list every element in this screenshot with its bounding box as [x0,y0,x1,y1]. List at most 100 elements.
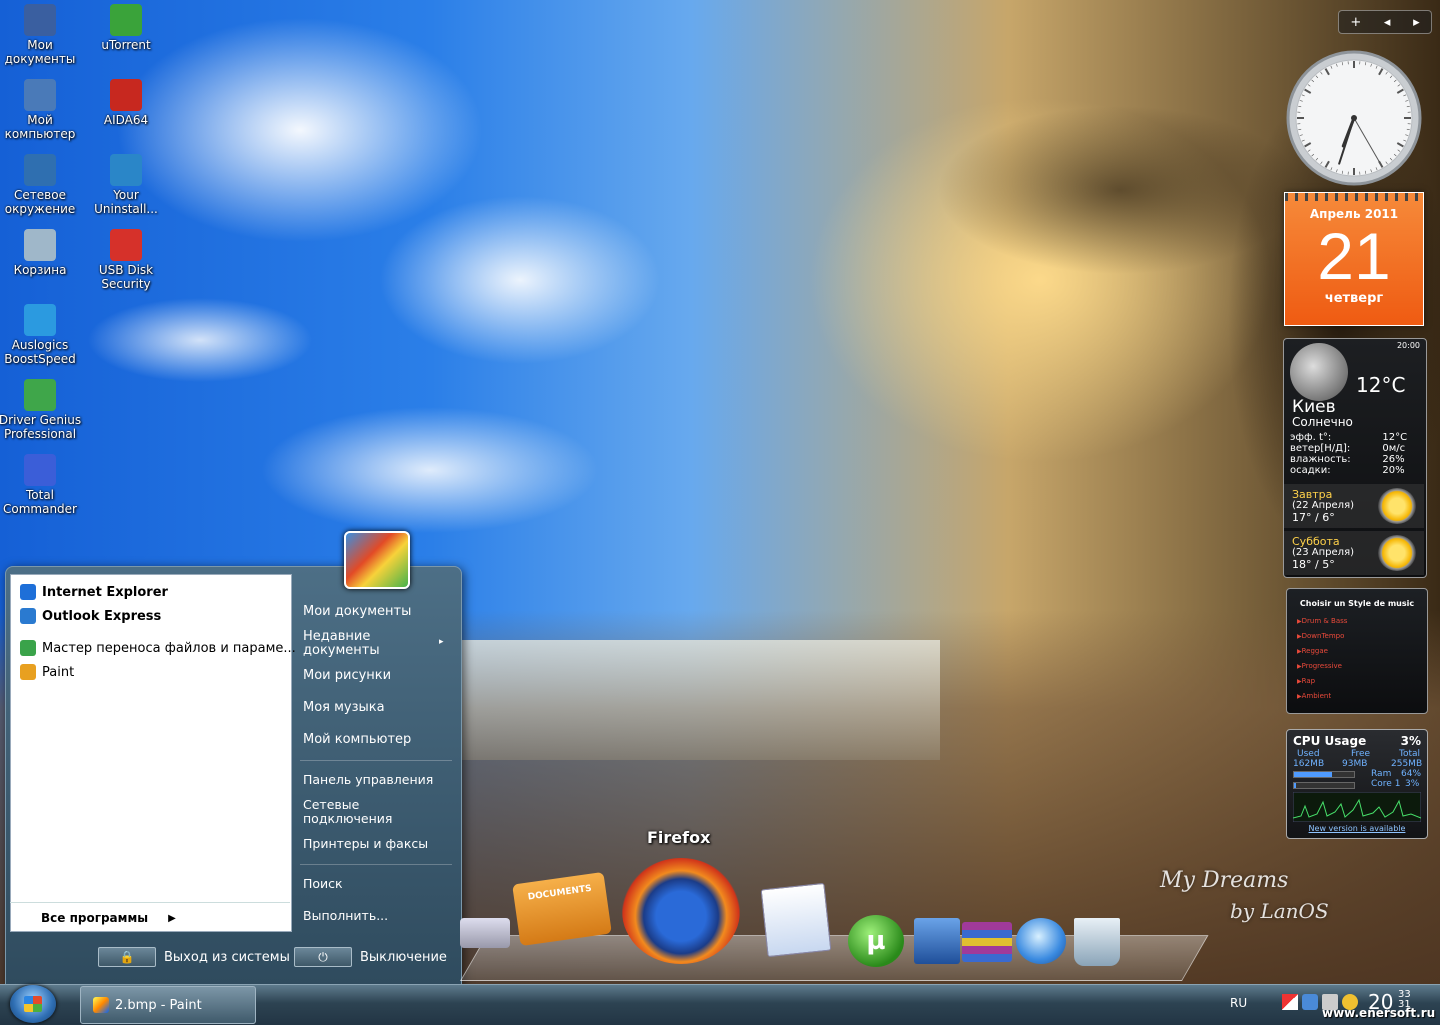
forecast-date: (22 Апреля) [1292,500,1354,511]
language-indicator[interactable]: RU [1230,996,1247,1010]
taskbar-item-paint[interactable]: 2.bmp - Paint [80,986,256,1024]
user-avatar[interactable] [344,531,410,589]
network-tray-icon[interactable] [1302,994,1318,1010]
start-item-internet-explorer[interactable]: Internet Explorer [20,581,168,603]
desktop-icon-label: Total Commander [0,488,82,516]
weather-row: эфф. t°:12°C [1290,432,1420,443]
start-item-transfer-wizard[interactable]: Мастер переноса файлов и параме... [20,637,296,659]
total-commander-icon [24,454,56,486]
desktop-icon-label: Your Uninstall... [84,188,168,216]
music-style-list: Drum & Bass DownTempo Reggae Progressive… [1297,614,1427,704]
start-right-my-documents[interactable]: Мои документы [303,605,411,619]
devices-dock-icon[interactable] [460,918,510,948]
documents-dock-label: DOCUMENTS [527,884,592,903]
signature-line-2: by LanOS [1160,896,1329,926]
weather-details: эфф. t°:12°C ветер[Н/Д]:0м/с влажность:2… [1290,432,1420,476]
start-right-recent-documents[interactable]: Недавние документы [303,630,443,658]
forecast-temps: 17° / 6° [1292,511,1335,524]
power-icon: ⏻ [294,947,352,967]
core-bar-fill [1294,783,1296,788]
desktop-icon[interactable]: Auslogics BoostSpeed [0,304,82,366]
paint-icon [93,997,109,1013]
utorrent-dock-icon[interactable]: µ [848,915,904,967]
music-style-item[interactable]: Reggae [1297,644,1427,659]
start-button[interactable] [10,985,56,1023]
ram-bar-fill [1294,772,1332,777]
winrar-dock-icon[interactable] [962,922,1012,962]
desktop-icon[interactable]: USB Disk Security [84,229,168,291]
add-gadget-button[interactable]: + [1350,15,1361,30]
desktop-icon[interactable]: Корзина [0,229,82,277]
start-item-label: Outlook Express [42,609,161,624]
windows-logo-icon [24,996,42,1012]
start-right-printers[interactable]: Принтеры и факсы [303,837,428,851]
start-item-paint[interactable]: Paint [20,661,74,683]
watermark: www.enersoft.ru [1322,1006,1435,1020]
desktop-icon-label: USB Disk Security [84,263,168,291]
desktop-icon[interactable]: Мои документы [0,4,82,66]
start-item-label: Internet Explorer [42,585,168,600]
core-label: Core 1 [1371,779,1400,789]
cpu-usage-gadget[interactable]: CPU Usage 3% Used Free Total 162MB 93MB … [1286,729,1428,839]
clock-gadget[interactable] [1284,48,1424,188]
security-tray-icon[interactable] [1282,994,1298,1010]
next-gadget-button[interactable]: ▸ [1413,15,1420,30]
start-right-my-music[interactable]: Моя музыка [303,701,385,715]
notepad-dock-icon[interactable] [761,883,832,957]
logoff-label: Выход из системы [164,950,290,965]
cpu-total-value: 255MB [1391,759,1422,769]
start-right-search[interactable]: Поиск [303,877,343,891]
logoff-button[interactable]: 🔒 Выход из системы [98,947,290,967]
all-programs-button[interactable]: Все программы ▶ [10,902,290,933]
start-right-my-computer[interactable]: Мой компьютер [303,733,411,747]
music-style-item[interactable]: Rap [1297,674,1427,689]
desktop-icon[interactable]: AIDA64 [84,79,168,127]
prev-gadget-button[interactable]: ◂ [1384,15,1391,30]
firefox-dock-icon[interactable] [622,858,740,964]
desktop-icon-label: Мои документы [0,38,82,66]
wallpaper-signature: My Dreams by LanOS [1160,866,1329,926]
floppy-dock-icon[interactable] [914,918,960,964]
network-dock-icon[interactable] [1016,918,1066,964]
desktop-icon-label: Корзина [0,263,82,277]
desktop-icon[interactable]: Total Commander [0,454,82,516]
calendar-gadget[interactable]: Апрель 2011 21 четверг [1284,192,1424,326]
shutdown-label: Выключение [360,950,447,965]
firefox-dock-label: Firefox [647,828,710,847]
weather-city: Киев [1292,397,1336,417]
music-style-item[interactable]: DownTempo [1297,629,1427,644]
weather-row-value: 12°C [1382,432,1420,443]
desktop-icon[interactable]: uTorrent [84,4,168,52]
desktop-icon[interactable]: Driver Genius Professional [0,379,82,441]
documents-dock-icon[interactable]: DOCUMENTS [512,872,612,946]
network-icon [24,154,56,186]
partly-sunny-icon [1378,535,1416,571]
desktop-icon-label: Auslogics BoostSpeed [0,338,82,366]
calendar-weekday: четверг [1285,291,1423,306]
all-programs-label: Все программы [41,911,148,925]
shutdown-button[interactable]: ⏻ Выключение [294,947,447,967]
start-right-run[interactable]: Выполнить... [303,909,388,923]
desktop-icon[interactable]: Сетевое окружение [0,154,82,216]
calendar-day: 21 [1285,221,1423,291]
music-style-gadget[interactable]: Choisir un Style de music Drum & Bass Do… [1286,588,1428,714]
music-gadget-title: Choisir un Style de music [1287,599,1427,608]
ram-value: 64% [1401,769,1421,779]
my-computer-icon [24,79,56,111]
utorrent-icon [110,4,142,36]
music-style-item[interactable]: Drum & Bass [1297,614,1427,629]
desktop-icon[interactable]: Your Uninstall... [84,154,168,216]
weather-gadget[interactable]: 20:00 12°C Киев Солнечно эфф. t°:12°C ве… [1283,338,1427,578]
start-right-my-pictures[interactable]: Мои рисунки [303,669,391,683]
start-item-outlook-express[interactable]: Outlook Express [20,605,161,627]
music-style-item[interactable]: Ambient [1297,689,1427,704]
weather-row: осадки:20% [1290,465,1420,476]
desktop-icon[interactable]: Мой компьютер [0,79,82,141]
music-style-item[interactable]: Progressive [1297,659,1427,674]
weather-row-value: 0м/с [1382,443,1420,454]
cpu-graph-bg [1293,792,1421,822]
start-right-network-connections[interactable]: Сетевые подключения [303,798,413,826]
update-link[interactable]: New version is available [1287,824,1427,833]
start-right-control-panel[interactable]: Панель управления [303,773,433,787]
recycle-bin-dock-icon[interactable] [1074,918,1120,966]
